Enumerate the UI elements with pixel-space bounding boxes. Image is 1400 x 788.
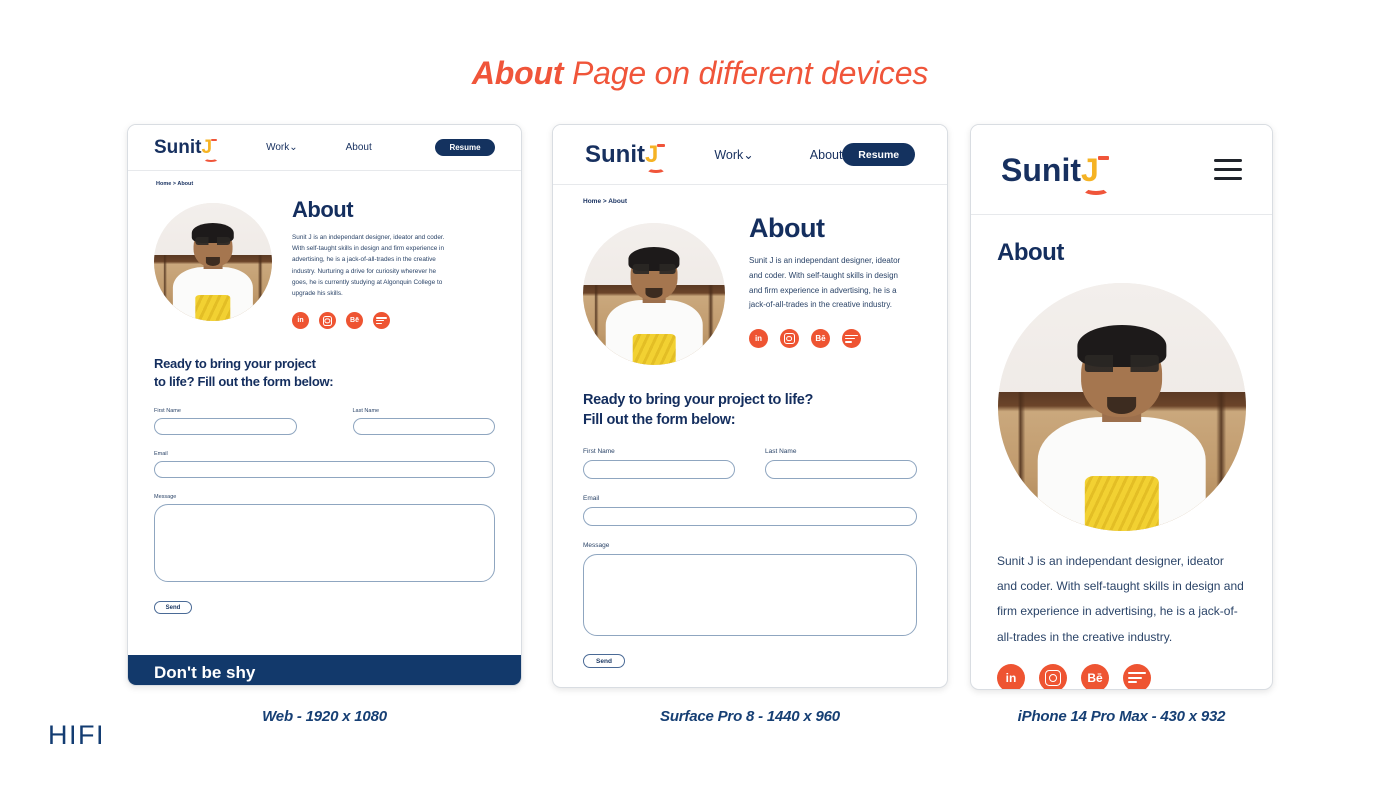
web-nav-items: Work⌄ About bbox=[266, 142, 372, 153]
message-label: Message bbox=[154, 494, 177, 501]
fidelity-label: HIFI bbox=[48, 720, 105, 750]
nav-item-about[interactable]: About bbox=[810, 148, 843, 162]
spotify-icon[interactable] bbox=[373, 312, 390, 330]
logo-dash-icon bbox=[1097, 155, 1109, 160]
surface-contact-form: Ready to bring your project to life? Fil… bbox=[553, 365, 947, 669]
last-name-label: Last Name bbox=[352, 408, 380, 415]
surface-about-text: About Sunit J is an independant designer… bbox=[749, 213, 901, 365]
logo[interactable]: Sunit J bbox=[585, 140, 666, 173]
last-name-label: Last Name bbox=[765, 448, 797, 456]
chevron-down-icon: ⌄ bbox=[289, 142, 298, 153]
breadcrumb[interactable]: Home > About bbox=[128, 171, 521, 187]
chevron-down-icon: ⌄ bbox=[743, 148, 754, 162]
spotify-icon[interactable] bbox=[1123, 663, 1151, 689]
linkedin-icon[interactable]: in bbox=[292, 312, 309, 330]
footer-heading: Don't be shy bbox=[154, 663, 256, 682]
resume-button[interactable]: Resume bbox=[842, 143, 915, 166]
page-title-strong: About bbox=[471, 55, 564, 91]
behance-icon[interactable]: Bē bbox=[346, 312, 363, 330]
device-frame-mobile: Sunit J About Sunit J is an independant … bbox=[970, 124, 1273, 690]
linkedin-icon[interactable]: in bbox=[997, 663, 1025, 689]
about-heading: About bbox=[749, 213, 825, 243]
instagram-icon[interactable] bbox=[1039, 663, 1067, 689]
surface-nav-items: Work⌄ About bbox=[714, 147, 843, 163]
logo-j-mark: J bbox=[1081, 154, 1110, 195]
breadcrumb[interactable]: Home > About bbox=[553, 185, 947, 205]
device-frame-surface: Sunit J Work⌄ About Resume Home > About … bbox=[552, 124, 948, 688]
form-heading: Ready to bring your project to life? Fil… bbox=[583, 392, 814, 428]
first-name-input[interactable] bbox=[154, 418, 297, 436]
email-label: Email bbox=[154, 451, 168, 458]
web-about-section: About Sunit J is an independant designer… bbox=[128, 187, 521, 330]
logo[interactable]: Sunit J bbox=[1001, 151, 1110, 195]
last-name-input[interactable] bbox=[765, 460, 917, 480]
page-title: About Page on different devices bbox=[0, 55, 1400, 92]
logo-smile-icon bbox=[646, 164, 666, 173]
footer-band: Don't be shy bbox=[128, 655, 521, 685]
send-button[interactable]: Send bbox=[154, 601, 192, 615]
about-heading: About bbox=[997, 239, 1064, 266]
logo-text: Sunit bbox=[1001, 151, 1081, 188]
page-title-rest: Page on different devices bbox=[563, 55, 929, 91]
logo-j-mark: J bbox=[645, 142, 666, 173]
logo-text: Sunit bbox=[585, 140, 645, 168]
spotify-icon[interactable] bbox=[842, 329, 861, 349]
send-button[interactable]: Send bbox=[583, 654, 625, 669]
hamburger-menu-icon[interactable] bbox=[1214, 159, 1242, 180]
first-name-input[interactable] bbox=[583, 460, 735, 480]
logo-dash-icon bbox=[211, 139, 218, 141]
logo[interactable]: Sunit J bbox=[154, 137, 219, 162]
caption-mobile: iPhone 14 Pro Max - 430 x 932 bbox=[1017, 708, 1226, 725]
linkedin-icon[interactable]: in bbox=[749, 329, 768, 349]
nav-item-work[interactable]: Work⌄ bbox=[714, 147, 753, 162]
web-contact-form: Ready to bring your project to life? Fil… bbox=[128, 329, 521, 615]
nav-item-about[interactable]: About bbox=[346, 142, 372, 153]
caption-surface: Surface Pro 8 - 1440 x 960 bbox=[660, 708, 840, 725]
social-links: in Bē bbox=[292, 312, 452, 330]
caption-web: Web - 1920 x 1080 bbox=[262, 708, 387, 725]
mobile-navbar: Sunit J bbox=[971, 125, 1272, 215]
logo-j-mark: J bbox=[202, 138, 219, 162]
social-links: in Bē bbox=[749, 329, 901, 349]
device-frame-web: Sunit J Work⌄ About Resume Home > About … bbox=[127, 124, 522, 686]
about-paragraph: Sunit J is an independant designer, idea… bbox=[292, 234, 445, 298]
first-name-label: First Name bbox=[583, 448, 615, 456]
logo-text: Sunit bbox=[154, 137, 202, 158]
message-textarea[interactable] bbox=[583, 554, 917, 637]
logo-smile-icon bbox=[1081, 182, 1110, 195]
profile-photo bbox=[154, 203, 272, 321]
logo-dash-icon bbox=[657, 143, 666, 147]
email-label: Email bbox=[583, 495, 600, 503]
instagram-icon[interactable] bbox=[780, 329, 799, 349]
social-links: in Bē bbox=[997, 663, 1272, 689]
email-input[interactable] bbox=[154, 461, 495, 479]
form-heading: Ready to bring your project to life? Fil… bbox=[154, 356, 334, 389]
web-navbar: Sunit J Work⌄ About Resume bbox=[128, 125, 521, 171]
behance-icon[interactable]: Bē bbox=[811, 329, 830, 349]
about-paragraph: Sunit J is an independant designer, idea… bbox=[749, 256, 901, 310]
surface-navbar: Sunit J Work⌄ About Resume bbox=[553, 125, 947, 185]
instagram-icon[interactable] bbox=[319, 312, 336, 330]
message-textarea[interactable] bbox=[154, 504, 495, 583]
profile-photo bbox=[583, 223, 725, 365]
about-paragraph: Sunit J is an independant designer, idea… bbox=[997, 554, 1244, 644]
profile-photo bbox=[997, 283, 1246, 531]
email-input[interactable] bbox=[583, 507, 917, 527]
nav-item-work[interactable]: Work⌄ bbox=[266, 142, 298, 153]
web-about-text: About Sunit J is an independant designer… bbox=[292, 197, 452, 330]
last-name-input[interactable] bbox=[352, 418, 495, 436]
about-heading: About bbox=[292, 197, 354, 222]
logo-smile-icon bbox=[202, 155, 219, 162]
first-name-label: First Name bbox=[154, 408, 181, 415]
surface-about-section: About Sunit J is an independant designer… bbox=[553, 205, 947, 365]
behance-icon[interactable]: Bē bbox=[1081, 663, 1109, 689]
message-label: Message bbox=[583, 542, 610, 550]
resume-button[interactable]: Resume bbox=[435, 139, 495, 156]
